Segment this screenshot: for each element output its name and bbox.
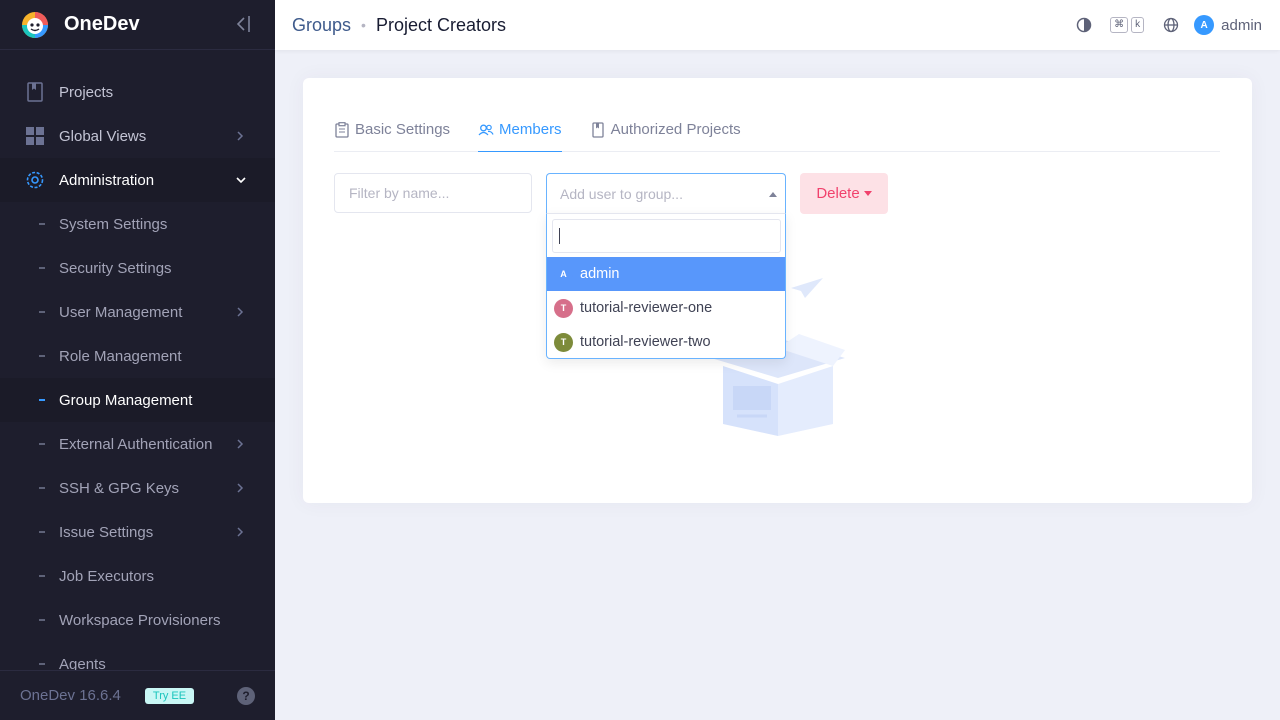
sidebar-nav: Projects Global Views Administration Sys… xyxy=(0,70,275,686)
sidebar-item-issue-settings[interactable]: Issue Settings xyxy=(0,510,275,554)
avatar: A xyxy=(554,264,573,284)
bullet-dash xyxy=(39,531,45,533)
tab-members[interactable]: Members xyxy=(478,108,562,152)
sidebar-item-label: Global Views xyxy=(59,127,147,145)
tab-basic-settings[interactable]: Basic Settings xyxy=(334,108,450,151)
breadcrumb-groups-link[interactable]: Groups xyxy=(292,15,351,36)
tab-label: Authorized Projects xyxy=(610,121,741,138)
bullet-dash xyxy=(39,663,45,665)
chevron-right-icon xyxy=(235,481,245,495)
onedev-logo-icon[interactable] xyxy=(20,10,50,40)
page-title: Project Creators xyxy=(375,14,506,35)
sidebar-item-label: Job Executors xyxy=(59,567,155,585)
help-icon[interactable]: ? xyxy=(237,687,255,705)
avatar: T xyxy=(554,332,573,352)
sidebar-item-external-authentication[interactable]: External Authentication xyxy=(0,422,275,466)
option-label: tutorial-reviewer-one xyxy=(580,300,713,316)
kbd-cmd: ⌘ xyxy=(1110,17,1129,33)
user-option-tutorial-reviewer-two[interactable]: T tutorial-reviewer-two xyxy=(547,325,785,359)
sidebar-footer: OneDev 16.6.4 Try EE ? xyxy=(0,670,275,720)
delete-label: Delete xyxy=(816,185,860,202)
sidebar-item-global-views[interactable]: Global Views xyxy=(0,114,275,158)
add-user-dropdown: A admin T tutorial-reviewer-one T tutori… xyxy=(546,213,786,359)
group-tabs: Basic Settings Members Authorized Projec… xyxy=(334,108,1220,152)
sidebar-item-workspace-provisioners[interactable]: Workspace Provisioners xyxy=(0,598,275,642)
add-user-select[interactable]: Add user to group... xyxy=(546,173,786,214)
delete-button[interactable]: Delete xyxy=(800,173,888,214)
bullet-dash xyxy=(39,267,45,269)
filter-by-name-input[interactable] xyxy=(334,173,532,213)
option-label: tutorial-reviewer-two xyxy=(580,334,711,350)
kbd-k: k xyxy=(1131,17,1145,33)
topbar-actions: ⌘ k A admin xyxy=(1057,0,1262,50)
sidebar-item-label: Security Settings xyxy=(59,259,172,277)
user-option-admin[interactable]: A admin xyxy=(547,257,785,291)
sidebar-item-label: Workspace Provisioners xyxy=(59,611,221,629)
sidebar-item-label: SSH & GPG Keys xyxy=(59,479,180,497)
breadcrumb-separator: • xyxy=(361,17,366,33)
user-option-tutorial-reviewer-one[interactable]: T tutorial-reviewer-one xyxy=(547,291,785,325)
sidebar-item-label: User Management xyxy=(59,303,183,321)
sidebar-item-label: Projects xyxy=(59,83,114,101)
chevron-right-icon xyxy=(235,305,245,319)
caret-up-icon xyxy=(769,192,777,197)
user-options-list: A admin T tutorial-reviewer-one T tutori… xyxy=(547,257,785,359)
sidebar-item-label: External Authentication xyxy=(59,435,213,453)
user-name[interactable]: admin xyxy=(1221,17,1262,34)
bullet-dash xyxy=(39,399,45,401)
topbar: Groups • Project Creators ⌘ k A admin xyxy=(275,0,1280,50)
bullet-dash xyxy=(39,311,45,313)
sidebar-item-job-executors[interactable]: Job Executors xyxy=(0,554,275,598)
add-user-placeholder: Add user to group... xyxy=(560,186,683,202)
sidebar-item-label: Issue Settings xyxy=(59,523,154,541)
sidebar-item-security-settings[interactable]: Security Settings xyxy=(0,246,275,290)
app-name[interactable]: OneDev xyxy=(64,13,140,36)
theme-toggle-icon[interactable] xyxy=(1075,16,1093,34)
tab-label: Basic Settings xyxy=(355,121,451,138)
bullet-dash xyxy=(39,575,45,577)
sidebar-item-label: Administration xyxy=(59,171,155,189)
avatar[interactable]: A xyxy=(1194,15,1215,35)
version-label: OneDev 16.6.4 xyxy=(20,687,121,704)
caret-down-icon xyxy=(863,191,872,196)
grid-icon xyxy=(25,126,45,146)
bullet-dash xyxy=(39,355,45,357)
sidebar: OneDev Projects Global Views Administrat… xyxy=(0,0,275,720)
bookmark-icon xyxy=(25,82,45,102)
tab-authorized-projects[interactable]: Authorized Projects xyxy=(590,108,741,151)
sidebar-item-label: System Settings xyxy=(59,215,168,233)
try-ee-badge[interactable]: Try EE xyxy=(144,687,195,704)
users-icon xyxy=(478,122,494,138)
avatar: T xyxy=(554,298,573,318)
command-palette-shortcut[interactable]: ⌘ k xyxy=(1107,17,1145,33)
bullet-dash xyxy=(39,487,45,489)
sidebar-item-ssh-gpg-keys[interactable]: SSH & GPG Keys xyxy=(0,466,275,510)
text-cursor xyxy=(559,228,560,244)
sidebar-item-projects[interactable]: Projects xyxy=(0,70,275,114)
dropdown-search-input[interactable] xyxy=(552,219,781,253)
sidebar-item-administration[interactable]: Administration xyxy=(0,158,275,202)
gear-icon xyxy=(25,170,45,190)
sidebar-item-group-management[interactable]: Group Management xyxy=(0,378,275,422)
chevron-right-icon xyxy=(235,525,245,539)
chevron-down-icon xyxy=(235,173,246,187)
clipboard-icon xyxy=(334,121,350,138)
bullet-dash xyxy=(39,443,45,445)
chevron-right-icon xyxy=(235,437,245,451)
bullet-dash xyxy=(39,223,45,225)
sidebar-item-user-management[interactable]: User Management xyxy=(0,290,275,334)
sidebar-item-label: Role Management xyxy=(59,347,182,365)
sidebar-item-label: Group Management xyxy=(59,391,193,409)
sidebar-item-role-management[interactable]: Role Management xyxy=(0,334,275,378)
sidebar-item-system-settings[interactable]: System Settings xyxy=(0,202,275,246)
bullet-dash xyxy=(39,619,45,621)
bookmark-icon xyxy=(590,121,606,138)
chevron-right-icon xyxy=(235,129,245,143)
option-label: admin xyxy=(580,266,620,282)
globe-icon[interactable] xyxy=(1162,16,1180,34)
tab-label: Members xyxy=(499,121,562,138)
sidebar-collapse-icon[interactable] xyxy=(233,13,255,35)
